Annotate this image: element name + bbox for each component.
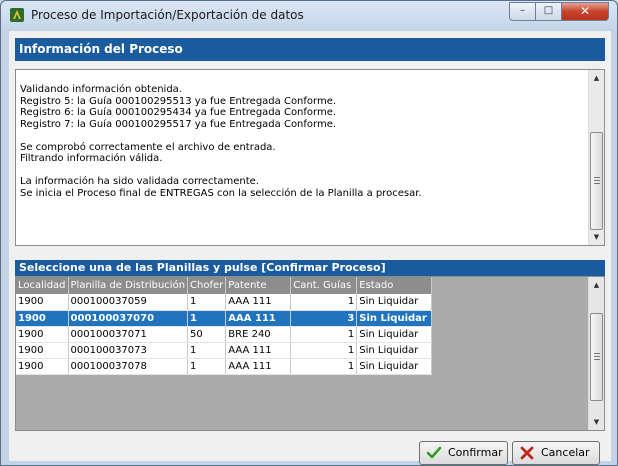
cancel-button-label: Cancelar [541,446,590,459]
table-cell: Sin Liquidar [356,326,433,343]
planillas-table: Localidad Planilla de Distribución Chofer P… [16,277,433,375]
table-cell: AAA 111 [225,310,292,327]
column-header[interactable]: Chofer [187,277,227,294]
table-cell: 000100037078 [68,358,189,375]
table-cell: 000100037059 [68,294,189,311]
table-cell: 1 [187,294,227,311]
table-row[interactable]: 1900 000100037073 1 AAA 111 1 Sin Liquidar [16,342,433,359]
table-cell: 1 [290,326,358,343]
table-cell: 1 [290,294,358,311]
table-row[interactable]: 1900 000100037078 1 AAA 111 1 Sin Liquidar [16,358,433,375]
process-log-textbox[interactable]: Validando información obtenida. Registro … [15,69,605,246]
process-log-text: Validando información obtenida. Registro … [20,84,585,199]
title-bar[interactable]: Proceso de Importación/Exportación de da… [1,1,617,29]
maximize-icon: □ [543,5,554,16]
table-cell: Sin Liquidar [356,294,433,311]
grid-scroll-thumb[interactable] [590,313,603,401]
close-button[interactable]: ✕ [561,2,609,21]
column-header[interactable]: Patente [225,277,292,294]
log-line: La información ha sido validada correcta… [20,176,259,187]
x-icon [520,446,534,460]
table-cell: 000100037070 [68,310,189,327]
planillas-header: Seleccione una de las Planillas y pulse … [15,260,605,276]
log-line: Se comprobó correctamente el archivo de … [20,141,276,153]
table-row[interactable]: 1900 000100037071 50 BRE 240 1 Sin Liquidar [16,326,433,343]
table-cell: 1900 [16,326,69,343]
table-cell: 1900 [16,310,69,327]
table-cell: 1 [290,358,358,375]
table-cell: 3 [290,310,358,327]
scroll-up-icon[interactable]: ▲ [589,277,604,293]
table-cell: Sin Liquidar [356,310,433,327]
table-cell: 1 [290,342,358,359]
log-line: Registro 7: la Guía 000100295517 ya fue … [20,118,337,130]
column-header[interactable]: Estado [356,277,433,294]
table-cell: AAA 111 [225,342,292,359]
table-row[interactable]: 1900 000100037070 1 AAA 111 3 Sin Liquidar [16,310,433,327]
log-scrollbar[interactable]: ▲ ▼ [588,70,604,245]
scroll-up-icon[interactable]: ▲ [589,70,604,86]
dialog-client-area: Información del Proceso Validando inform… [9,31,611,465]
log-line: Se inicia el Proceso final de ENTREGAS c… [20,187,422,199]
app-logo-icon [10,8,24,22]
column-header[interactable]: Planilla de Distribución [68,277,189,294]
table-row[interactable]: 1900 000100037059 1 AAA 111 1 Sin Liquidar [16,294,433,311]
table-cell: 1 [187,358,227,375]
table-cell: 1900 [16,294,69,311]
table-cell: 1 [187,310,227,327]
grid-scrollbar[interactable]: ▲ ▼ [588,277,604,430]
minimize-button[interactable]: – [509,2,536,21]
column-header[interactable]: Cant. Guías [290,277,358,294]
table-cell: 1 [187,342,227,359]
table-cell: Sin Liquidar [356,358,433,375]
table-cell: BRE 240 [225,326,292,343]
maximize-button[interactable]: □ [535,2,562,21]
table-cell: 50 [187,326,227,343]
confirm-button[interactable]: Confirmar [419,441,508,465]
close-icon: ✕ [579,4,591,18]
table-cell: 1900 [16,358,69,375]
table-cell: AAA 111 [225,358,292,375]
planillas-grid[interactable]: Localidad Planilla de Distribución Chofer P… [15,276,605,431]
scroll-down-icon[interactable]: ▼ [589,414,604,430]
check-icon [426,446,442,459]
log-line: Validando información obtenida. [20,84,182,95]
window-title: Proceso de Importación/Exportación de da… [31,8,304,22]
log-line: Registro 6: la Guía 000100295434 ya fue … [20,107,337,118]
table-cell: Sin Liquidar [356,342,433,359]
log-line: Filtrando información válida. [20,153,163,164]
minimize-icon: – [520,5,525,16]
column-header[interactable]: Localidad [16,277,69,294]
table-cell: 1900 [16,342,69,359]
log-scroll-thumb[interactable] [590,132,603,230]
log-line: Registro 5: la Guía 000100295513 ya fue … [20,95,337,107]
confirm-button-label: Confirmar [448,446,503,459]
process-info-header: Información del Proceso [15,38,605,61]
table-cell: AAA 111 [225,294,292,311]
dialog-window: Proceso de Importación/Exportación de da… [0,0,618,466]
scroll-down-icon[interactable]: ▼ [589,229,604,245]
table-cell: 000100037071 [68,326,189,343]
cancel-button[interactable]: Cancelar [512,441,600,465]
table-cell: 000100037073 [68,342,189,359]
